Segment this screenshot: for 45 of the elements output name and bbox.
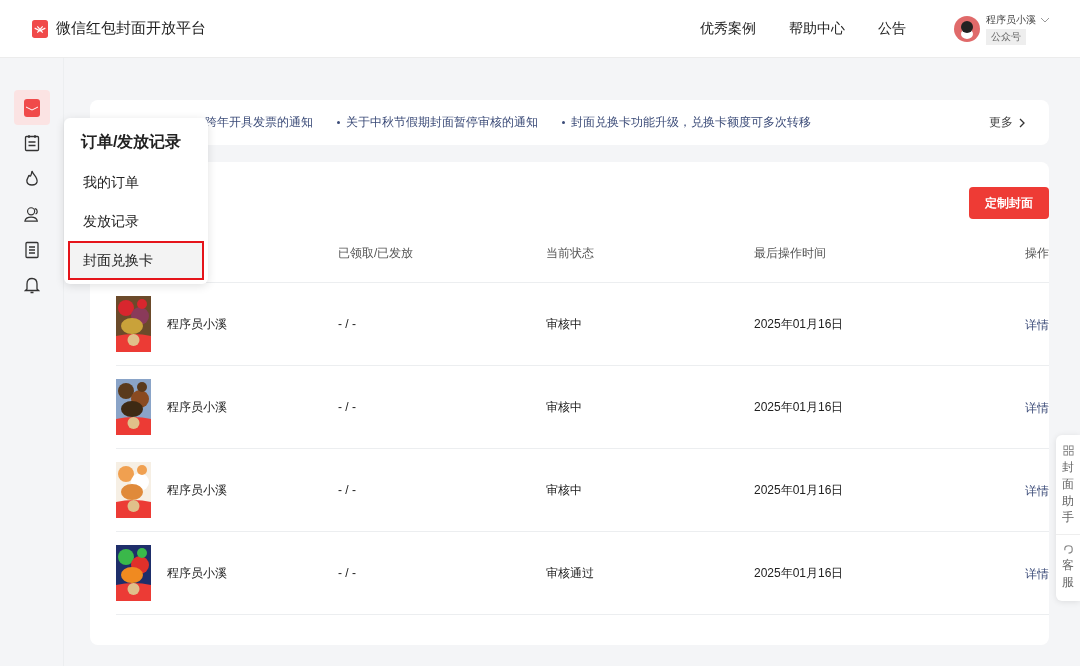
chevron-right-icon[interactable] xyxy=(1019,117,1025,128)
status-cell-text: 审核通过 xyxy=(546,564,595,582)
more-link[interactable]: 更多 xyxy=(989,114,1013,131)
status-cell-text: 审核中 xyxy=(546,398,583,416)
cover-name: 程序员小溪 xyxy=(167,481,227,499)
column-header: 已领取/已发放 xyxy=(338,244,415,262)
helper-link[interactable]: 封面助手 xyxy=(1062,459,1074,527)
menu-item[interactable]: 封面兑换卡 xyxy=(68,241,204,280)
logo-icon xyxy=(32,19,48,38)
table-cell-text: 2025年01月16日 xyxy=(754,315,845,333)
details-link[interactable]: 详情 xyxy=(1025,483,1049,498)
menu-item[interactable]: 发放记录 xyxy=(68,202,204,241)
cover-name: 程序员小溪 xyxy=(167,564,227,582)
helper-link[interactable]: 客服 xyxy=(1062,557,1074,591)
table-cell-text: - / - xyxy=(338,400,357,414)
details-link[interactable]: 详情 xyxy=(1025,317,1049,332)
cover-name: 程序员小溪 xyxy=(167,315,227,333)
table-cell-text: - / - xyxy=(338,566,357,580)
menu-title: 订单/发放记录 xyxy=(79,132,183,152)
grid-icon[interactable] xyxy=(1062,445,1074,456)
details-link[interactable]: 详情 xyxy=(1025,400,1049,415)
platform-title: 微信红包封面开放平台 xyxy=(56,19,206,38)
cover-name: 程序员小溪 xyxy=(167,398,227,416)
user-name[interactable]: 程序员小溪 xyxy=(986,12,1036,27)
avatar[interactable] xyxy=(954,15,980,42)
notice-link[interactable]: 封面兑换卡功能升级，兑换卡额度可多次转移 xyxy=(562,114,811,131)
notice-link[interactable]: 关于中秋节假期封面暂停审核的通知 xyxy=(337,114,538,131)
table-cell-text: 2025年01月16日 xyxy=(754,481,845,499)
table-cell-text: 2025年01月16日 xyxy=(754,564,845,582)
nav-link[interactable]: 优秀案例 xyxy=(700,19,756,38)
menu-item[interactable]: 我的订单 xyxy=(68,163,204,202)
chevron-down-icon[interactable] xyxy=(1040,16,1050,23)
status-cell-text: 审核中 xyxy=(546,315,583,333)
column-header: 最后操作时间 xyxy=(754,244,827,262)
account-tag: 公众号 xyxy=(986,28,1026,45)
table-cell-text: - / - xyxy=(338,483,357,497)
nav-link[interactable]: 帮助中心 xyxy=(789,19,845,38)
column-header: 当前状态 xyxy=(546,244,595,262)
table-cell-text: 2025年01月16日 xyxy=(754,398,845,416)
details-link[interactable]: 详情 xyxy=(1025,566,1049,581)
status-cell-text: 审核中 xyxy=(546,481,583,499)
table-cell-text: - / - xyxy=(338,317,357,331)
column-header: 操作 xyxy=(1025,244,1049,262)
customize-cover-button[interactable]: 定制封面 xyxy=(969,187,1049,219)
nav-link[interactable]: 公告 xyxy=(878,19,906,38)
